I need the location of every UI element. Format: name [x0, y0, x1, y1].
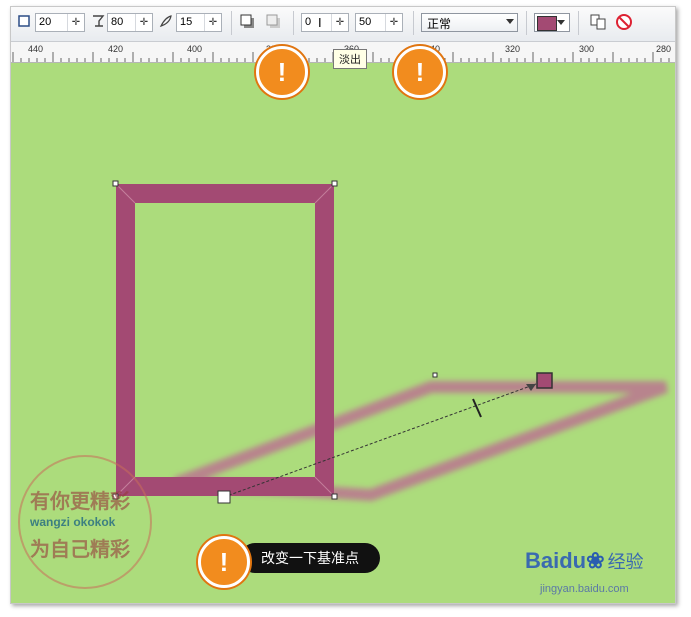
shadow-color-picker[interactable]	[534, 13, 570, 32]
spinner-arrows-icon[interactable]: ✛	[204, 14, 221, 31]
ruler-label: 280	[656, 44, 672, 54]
baidu-url: jingyan.baidu.com	[540, 583, 629, 595]
paw-icon: ❀	[586, 548, 605, 573]
blend-mode-select[interactable]: 正常	[421, 13, 518, 32]
copy-properties-icon[interactable]	[589, 13, 607, 33]
baidu-logo: Baidu❀ 经验	[525, 548, 644, 573]
alert-marker-icon: !	[256, 46, 308, 98]
opacity-slider-handle[interactable]	[472, 398, 482, 418]
separator	[526, 11, 527, 35]
ruler-label: 400	[187, 44, 203, 54]
goblet-icon	[93, 15, 105, 27]
angle-field[interactable]: 15 ✛	[176, 13, 222, 32]
ruler-label: 420	[108, 44, 124, 54]
rectangle-frame[interactable]	[115, 183, 335, 497]
feather-icon	[159, 15, 172, 28]
color-swatch	[537, 16, 557, 31]
tooltip: 淡出	[333, 49, 367, 69]
separator	[231, 11, 232, 35]
tip-field[interactable]: 80 ✛	[107, 13, 153, 32]
separator	[578, 11, 579, 35]
clear-shadow-icon[interactable]	[615, 13, 633, 33]
width-field[interactable]: 20 ✛	[35, 13, 85, 32]
spinner-arrows-icon[interactable]: ✛	[385, 14, 402, 31]
text-cursor-icon: I	[318, 15, 322, 30]
spinner-arrows-icon[interactable]: ✛	[135, 14, 152, 31]
spinner-arrows-icon[interactable]: ✛	[67, 14, 84, 31]
shadow-copy-icon[interactable]	[239, 13, 257, 33]
ruler-label: 440	[28, 44, 44, 54]
spinner-arrows-icon[interactable]: ✛	[331, 14, 348, 31]
instruction-callout: 改变一下基准点	[240, 543, 380, 573]
base-point-handle[interactable]	[217, 490, 231, 504]
property-toolbar: 20 ✛ 80 ✛ 15 ✛ 0 I ✛ 50 ✛ 正常	[11, 7, 675, 42]
watermark-stamp: 有你更精彩 wangzi okokok 为自己精彩	[18, 455, 152, 589]
separator	[293, 11, 294, 35]
chevron-down-icon	[557, 20, 565, 25]
alert-marker-icon: !	[394, 46, 446, 98]
opacity-start-field[interactable]: 0 I ✛	[301, 13, 349, 32]
opacity-end-field[interactable]: 50 ✛	[355, 13, 403, 32]
shadow-clear-icon[interactable]	[265, 13, 283, 33]
separator	[413, 11, 414, 35]
shadow-end-handle[interactable]	[536, 372, 553, 389]
square-icon	[18, 15, 30, 27]
alert-marker-icon: !	[198, 536, 250, 588]
ruler-label: 300	[579, 44, 595, 54]
ruler-label: 320	[505, 44, 521, 54]
chevron-down-icon	[506, 19, 514, 24]
